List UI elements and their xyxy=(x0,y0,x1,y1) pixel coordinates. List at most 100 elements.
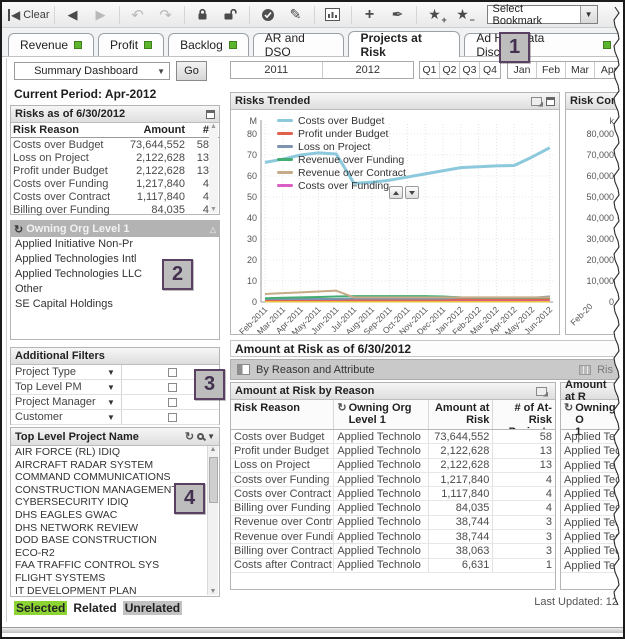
project-manager-checkbox[interactable] xyxy=(168,398,177,407)
column-header[interactable]: Risk Reason xyxy=(231,400,334,429)
redo-button[interactable]: ↷ xyxy=(152,4,180,26)
month-jan[interactable]: Jan xyxy=(508,62,537,78)
table-row[interactable]: Applied Tec xyxy=(561,501,622,515)
search-icon[interactable] xyxy=(197,433,204,440)
list-item[interactable]: IT DEVELOPMENT PLAN xyxy=(12,585,207,595)
pen-button[interactable]: ✒ xyxy=(384,4,412,26)
filter-label[interactable]: Project Manager xyxy=(11,396,107,408)
list-item[interactable]: Applied Initiative Non-Pr xyxy=(11,237,219,252)
table-row[interactable]: Profit under Budget2,122,62813 xyxy=(11,164,219,177)
chart-button[interactable] xyxy=(319,4,347,26)
filter-label[interactable]: Customer xyxy=(11,411,107,423)
quarter-q4[interactable]: Q4 xyxy=(480,62,500,78)
list-item[interactable]: FAA TRAFFIC CONTROL SYS xyxy=(12,559,207,572)
by-reason-toggle-bar[interactable]: By Reason and Attribute Ris xyxy=(230,359,620,380)
month-apr[interactable]: Apr xyxy=(595,62,624,78)
list-item[interactable]: COMMAND COMMUNICATIONS xyxy=(12,471,207,484)
list-item[interactable]: FLIGHT SYSTEMS xyxy=(12,572,207,585)
table-row[interactable]: Costs over FundingApplied Technolo1,217,… xyxy=(231,473,555,487)
list-item[interactable]: ECO-R2 xyxy=(12,547,207,560)
refresh-icon[interactable]: ↻ xyxy=(185,430,194,443)
table-row[interactable]: Applied Tec xyxy=(561,487,622,501)
owning-org-header[interactable]: ↻ Owning Org Level 1 △ xyxy=(11,221,219,237)
add-bookmark-button[interactable]: ★+ xyxy=(421,4,449,26)
tab-backlog[interactable]: Backlog xyxy=(168,33,249,56)
project-type-checkbox[interactable] xyxy=(168,368,177,377)
edit-button[interactable]: ✎ xyxy=(282,4,310,26)
table-row[interactable]: Applied Tec xyxy=(561,444,622,458)
table-row[interactable]: Profit under BudgetApplied Technolo2,122… xyxy=(231,444,555,458)
table-row[interactable]: Applied Tec xyxy=(561,559,622,573)
list-item[interactable]: DHS NETWORK REVIEW xyxy=(12,522,207,535)
minimize-icon[interactable] xyxy=(546,97,555,106)
unlock-button[interactable] xyxy=(217,4,245,26)
quarter-q1[interactable]: Q1 xyxy=(420,62,440,78)
month-feb[interactable]: Feb xyxy=(537,62,566,78)
table-row[interactable]: Costs over Funding1,217,8404 xyxy=(11,177,219,190)
table-row[interactable]: Billing over FundingApplied Technolo84,0… xyxy=(231,501,555,515)
table-row[interactable]: Costs over BudgetApplied Technolo73,644,… xyxy=(231,430,555,444)
column-header[interactable]: # of At-Risk Projects xyxy=(493,400,555,429)
table-row[interactable]: Billing over ContractApplied Technolo38,… xyxy=(231,544,555,558)
list-item[interactable]: DOD BASE CONSTRUCTION xyxy=(12,534,207,547)
filter-label[interactable]: Project Type xyxy=(11,366,107,378)
add-button[interactable]: + xyxy=(356,4,384,26)
go-button[interactable]: Go xyxy=(176,61,207,81)
table-row[interactable]: Applied Tec xyxy=(561,516,622,530)
table-row[interactable]: Applied Tec xyxy=(561,530,622,544)
table-row[interactable]: Revenue over ContractApplied Technolo38,… xyxy=(231,516,555,530)
table-row[interactable]: Costs over ContractApplied Technolo1,117… xyxy=(231,487,555,501)
remove-bookmark-button[interactable]: ★− xyxy=(449,4,477,26)
table-row[interactable]: Revenue over FundingApplied Technolo38,7… xyxy=(231,530,555,544)
tab-revenue[interactable]: Revenue xyxy=(8,33,94,56)
forward-button[interactable]: ▶ xyxy=(87,4,115,26)
bookmark-select[interactable]: Select Bookmark ▼ xyxy=(487,5,598,24)
lock-button[interactable] xyxy=(189,4,217,26)
chevron-down-icon[interactable]: ▼ xyxy=(107,413,121,422)
table-row[interactable]: Costs over Budget73,644,55258 xyxy=(11,138,219,151)
back-button[interactable]: ◀ xyxy=(59,4,87,26)
customer-checkbox[interactable] xyxy=(168,413,177,422)
table-row[interactable]: Costs after Contract EApplied Technolo6,… xyxy=(231,559,555,573)
tab-projects-at-risk[interactable]: Projects at Risk xyxy=(348,31,460,57)
table-row[interactable]: Billing over Funding84,0354 xyxy=(11,203,219,216)
chevron-down-icon[interactable]: ▼ xyxy=(107,368,121,377)
chevron-down-icon[interactable]: ▼ xyxy=(207,432,215,441)
top-level-pm-checkbox[interactable] xyxy=(168,383,177,392)
risks-scrollbar[interactable]: ▲▼ xyxy=(209,123,218,213)
clear-button[interactable]: ◀ Clear xyxy=(8,4,50,26)
list-item[interactable]: SE Capital Holdings xyxy=(11,297,219,312)
list-item[interactable]: AIRCRAFT RADAR SYSTEM xyxy=(12,459,207,472)
minimize-icon[interactable] xyxy=(206,110,215,119)
tab-ar-and-dso[interactable]: AR and DSO xyxy=(253,33,345,56)
undo-button[interactable]: ↶ xyxy=(124,4,152,26)
year-2011[interactable]: 2011 xyxy=(231,62,323,78)
scroll-thumb[interactable] xyxy=(209,457,218,503)
tab-profit[interactable]: Profit xyxy=(98,33,164,56)
quarter-q2[interactable]: Q2 xyxy=(440,62,460,78)
month-mar[interactable]: Mar xyxy=(566,62,595,78)
filter-label[interactable]: Top Level PM xyxy=(11,381,107,393)
scroll-up-button[interactable] xyxy=(389,186,403,199)
scroll-down-button[interactable] xyxy=(405,186,419,199)
dashboard-select[interactable]: Summary Dashboard ▼ xyxy=(14,62,170,80)
list-item[interactable]: AIR FORCE (RL) IDIQ xyxy=(12,446,207,459)
table-row[interactable]: Applied Tec xyxy=(561,473,622,487)
table-row[interactable]: Applied Tec xyxy=(561,430,622,444)
chevron-down-icon[interactable]: ▼ xyxy=(107,398,121,407)
table-row[interactable]: Loss on ProjectApplied Technolo2,122,628… xyxy=(231,459,555,473)
quarter-q3[interactable]: Q3 xyxy=(460,62,480,78)
table-row[interactable]: Loss on Project2,122,62813 xyxy=(11,151,219,164)
table-row[interactable]: Costs over Contract1,117,8404 xyxy=(11,190,219,203)
export-icon[interactable] xyxy=(536,387,547,396)
tab-ad-hoc-data-discovery[interactable]: Ad Hoc Data Discovery xyxy=(464,33,623,56)
table-row[interactable]: Applied Tec xyxy=(561,544,622,558)
column-header[interactable]: ↻Owning Org Level 1 xyxy=(334,400,428,429)
year-2012[interactable]: 2012 xyxy=(323,62,414,78)
chevron-down-icon[interactable]: ▼ xyxy=(107,383,121,392)
confirm-button[interactable] xyxy=(254,4,282,26)
project-list-scrollbar[interactable]: ▲ ▼ xyxy=(207,446,218,595)
risk-button-label[interactable]: Ris xyxy=(597,364,613,376)
column-header[interactable]: Amount at Risk xyxy=(429,400,494,429)
table-row[interactable]: Applied Tec xyxy=(561,459,622,473)
